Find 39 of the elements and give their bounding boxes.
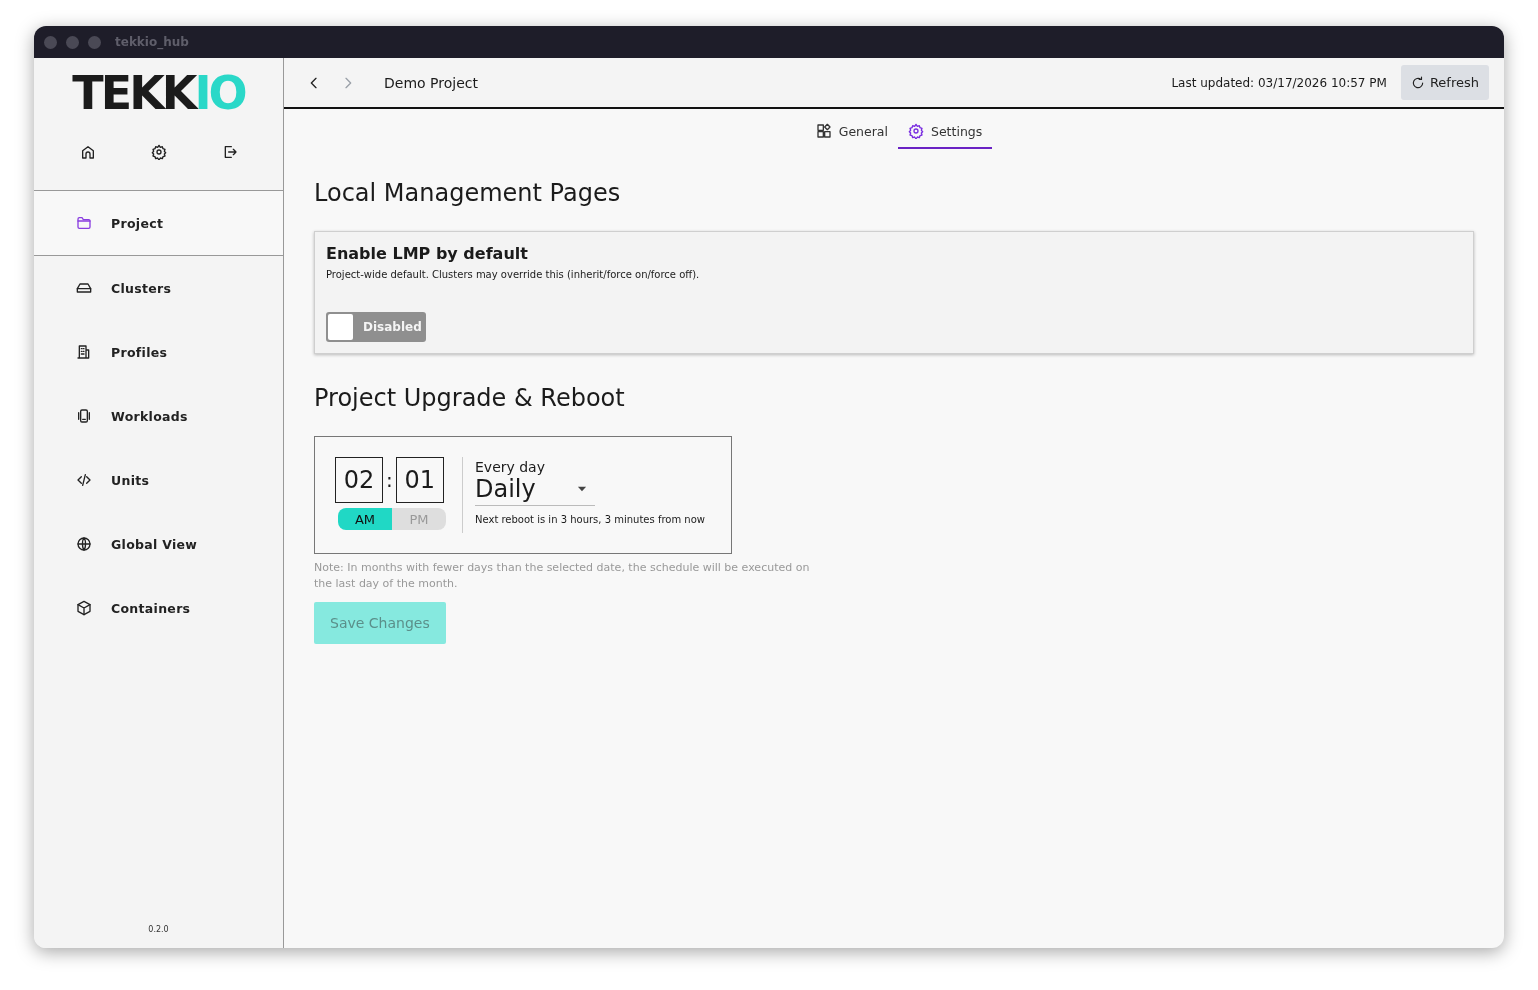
apps-icon bbox=[815, 123, 832, 139]
next-reboot-text: Next reboot is in 3 hours, 3 minutes from now bbox=[475, 514, 705, 525]
time-separator: : bbox=[386, 468, 393, 492]
tab[interactable]: Settings bbox=[898, 121, 993, 149]
page-title: Demo Project bbox=[384, 74, 478, 91]
sidebar-item[interactable]: Project bbox=[34, 191, 283, 256]
last-updated-text: Last updated: 03/17/2026 10:57 PM bbox=[1171, 75, 1387, 90]
window-title: tekkio_hub bbox=[115, 35, 189, 49]
version-text: 0.2.0 bbox=[147, 925, 170, 936]
settings-icon bbox=[150, 144, 167, 160]
frequency-label: Every day bbox=[475, 459, 546, 475]
building-icon bbox=[76, 344, 92, 360]
section-heading: Local Management Pages bbox=[314, 179, 621, 207]
sidebar-item[interactable]: Global View bbox=[34, 512, 283, 576]
hour-field[interactable]: 02 bbox=[335, 457, 383, 503]
minute-field[interactable]: 01 bbox=[395, 457, 444, 503]
card-description: Project-wide default. Clusters may override this (inherit/force on/force off). bbox=[326, 269, 700, 280]
box-icon bbox=[76, 600, 92, 616]
home-icon bbox=[79, 144, 96, 160]
sidebar-item[interactable]: Workloads bbox=[34, 384, 283, 448]
refresh-icon bbox=[1410, 75, 1425, 90]
code-icon bbox=[76, 472, 92, 488]
sidebar-item[interactable]: Units bbox=[34, 448, 283, 512]
folder-icon bbox=[76, 215, 92, 231]
period-toggle[interactable]: AM bbox=[338, 508, 392, 530]
section-heading: Project Upgrade & Reboot bbox=[314, 384, 625, 412]
refresh-button[interactable]: Refresh bbox=[1400, 65, 1489, 100]
note-text: Note: In months with fewer days than the selected date, the schedule will be executed on the last day of the month. bbox=[314, 560, 811, 592]
logo-text: TEKK bbox=[72, 68, 195, 118]
devices-icon bbox=[76, 408, 92, 424]
card-title: Enable LMP by default bbox=[326, 244, 528, 263]
frequency-select[interactable]: Daily bbox=[475, 475, 595, 506]
globe-icon bbox=[76, 536, 92, 552]
settings-icon bbox=[908, 123, 924, 139]
sidebar-item[interactable]: Clusters bbox=[34, 256, 283, 320]
sidebar-item[interactable]: Profiles bbox=[34, 320, 283, 384]
tab[interactable]: General bbox=[805, 121, 898, 149]
sidebar-item[interactable]: Containers bbox=[34, 576, 283, 640]
drive-icon bbox=[76, 280, 92, 296]
